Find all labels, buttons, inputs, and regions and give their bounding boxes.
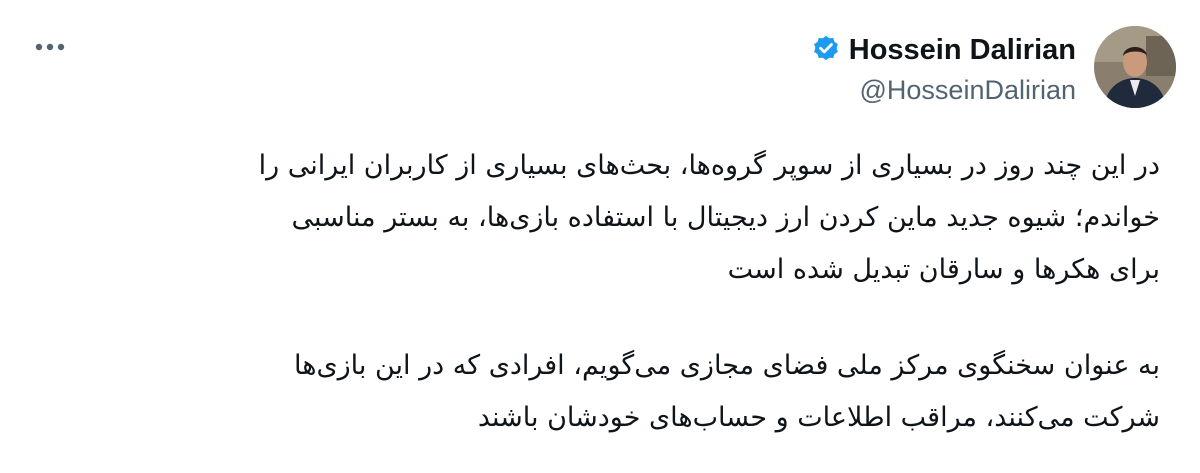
- avatar[interactable]: [1094, 26, 1176, 108]
- tweet-text-line: برای هکرها و سارقان تبدیل شده است: [727, 254, 1160, 285]
- more-options-button[interactable]: [32, 28, 68, 64]
- tweet-text-line: به عنوان سخنگوی مرکز ملی فضای مجازی می‌گ…: [294, 350, 1160, 381]
- tweet-text-line: در این چند روز در بسیاری از سوپر گروه‌ها…: [258, 150, 1160, 181]
- verified-badge-icon: [811, 34, 841, 68]
- author-names: Hossein Dalirian @HosseinDalirian: [811, 29, 1076, 106]
- tweet-text-line: خواندم؛ شیوه جدید ماین کردن ارز دیجیتال …: [291, 202, 1160, 233]
- user-handle[interactable]: @HosseinDalirian: [860, 75, 1077, 106]
- more-options-icon: [34, 37, 66, 56]
- tweet-text: در این چند روز در بسیاری از سوپر گروه‌ها…: [40, 140, 1160, 444]
- tweet-header: Hossein Dalirian @HosseinDalirian: [811, 26, 1176, 108]
- display-name-row: Hossein Dalirian: [811, 29, 1076, 73]
- tweet-text-line: شرکت می‌کنند، مراقب اطلاعات و حساب‌های خ…: [477, 402, 1160, 433]
- display-name[interactable]: Hossein Dalirian: [849, 34, 1076, 67]
- tweet-card: Hossein Dalirian @HosseinDalirian در این…: [0, 0, 1200, 473]
